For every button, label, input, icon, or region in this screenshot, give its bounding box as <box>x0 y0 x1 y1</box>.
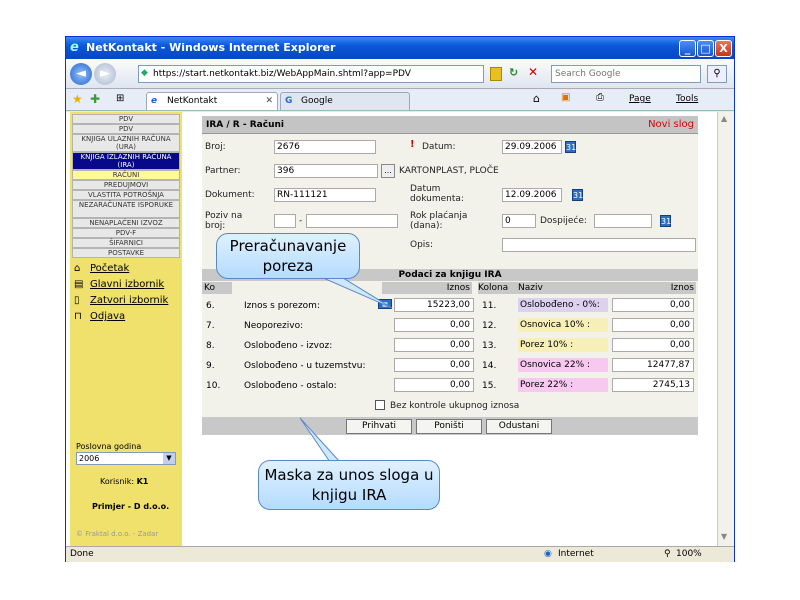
callout-tax-calculation: Preračunavanje poreza <box>216 233 360 279</box>
callout-entry-mask: Maska za unos sloga u knjigu IRA <box>258 460 440 510</box>
callout-pointers <box>299 269 393 463</box>
callout-pointer-bottom <box>299 417 342 463</box>
